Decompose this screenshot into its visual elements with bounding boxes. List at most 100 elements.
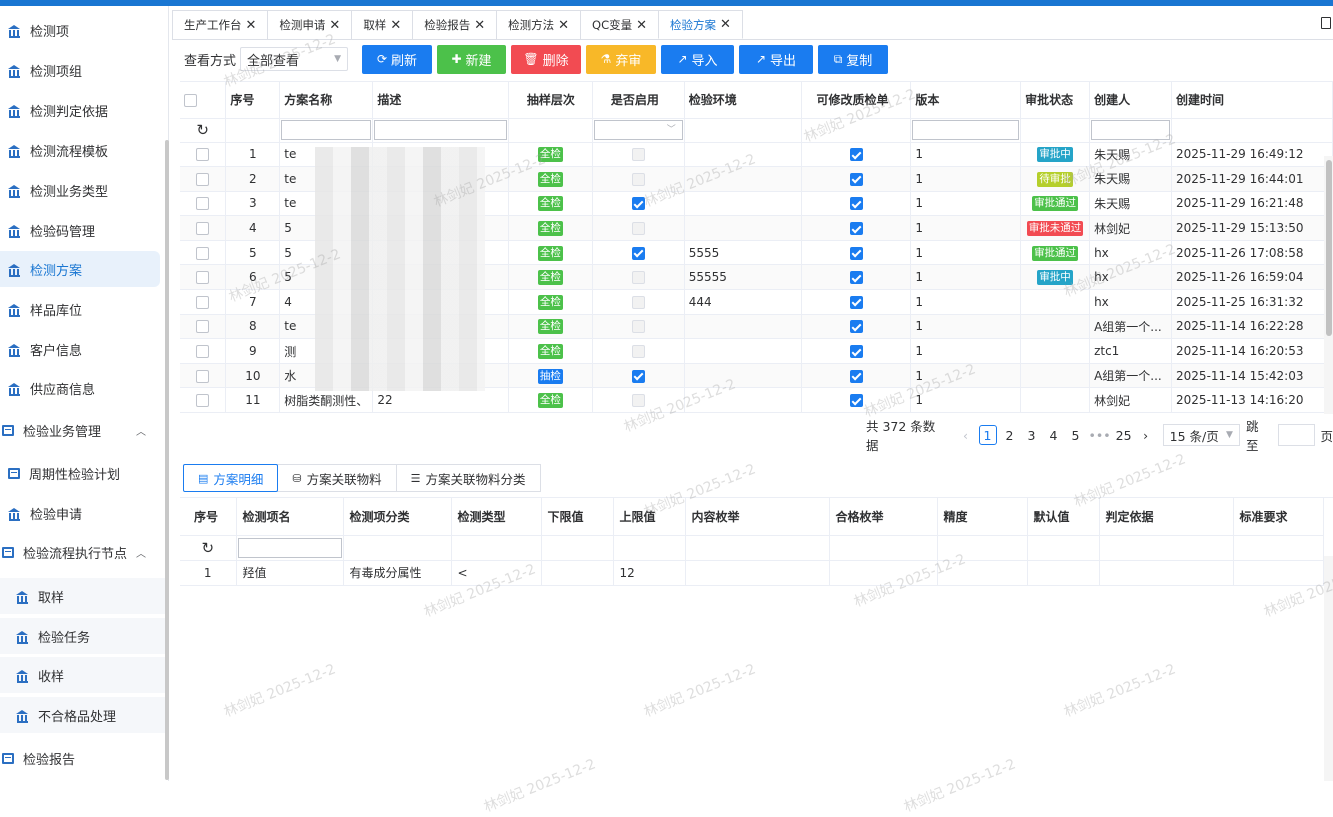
row-checkbox[interactable] <box>196 370 209 383</box>
row-checkbox[interactable] <box>196 345 209 358</box>
detail-column-header[interactable]: 合格枚举 <box>829 498 937 535</box>
sidebar-item-7[interactable]: 检测方案 <box>0 251 160 287</box>
editable-checkbox[interactable] <box>850 345 863 358</box>
detail-column-header[interactable]: 检测类型 <box>451 498 541 535</box>
row-checkbox[interactable] <box>196 271 209 284</box>
detail-column-header[interactable]: 标准要求 <box>1233 498 1323 535</box>
sidebar-item-8[interactable]: 样品库位 <box>0 291 160 327</box>
prev-page-button[interactable]: ‹ <box>957 425 975 445</box>
detail-column-header[interactable]: 内容枚举 <box>685 498 829 535</box>
column-header[interactable]: 可修改质检单 <box>802 82 911 118</box>
sidebar-item-14[interactable]: 检验流程执行节点︿ <box>0 534 160 570</box>
row-checkbox[interactable] <box>196 197 209 210</box>
abandon-review-button[interactable]: ⚗弃审 <box>586 45 656 74</box>
close-icon[interactable]: ✕ <box>558 18 569 33</box>
column-header[interactable]: 抽样层次 <box>508 82 592 118</box>
tab-3[interactable]: 取样✕ <box>351 10 413 39</box>
tab-4[interactable]: 检验报告✕ <box>412 10 497 39</box>
editable-checkbox[interactable] <box>850 173 863 186</box>
reset-filter-icon[interactable]: ↻ <box>201 539 214 557</box>
sidebar-item-5[interactable]: 检测业务类型 <box>0 172 160 208</box>
new-button[interactable]: ✚新建 <box>437 45 506 74</box>
column-header[interactable]: 审批状态 <box>1021 82 1090 118</box>
column-header[interactable]: 序号 <box>226 82 280 118</box>
enabled-checkbox[interactable] <box>632 394 645 407</box>
detail-column-header[interactable]: 上限值 <box>613 498 685 535</box>
refresh-button[interactable]: ⟳刷新 <box>362 45 432 74</box>
fullscreen-icon[interactable] <box>1321 17 1331 29</box>
detail-column-header[interactable]: 序号 <box>180 498 236 535</box>
filter-input[interactable] <box>912 120 1019 140</box>
sidebar-item-17[interactable]: 收样 <box>0 657 165 693</box>
sidebar-item-1[interactable]: 检测项 <box>0 12 160 48</box>
sidebar-item-13[interactable]: 检验申请 <box>0 495 160 531</box>
editable-checkbox[interactable] <box>850 247 863 260</box>
detail-column-header[interactable]: 判定依据 <box>1099 498 1233 535</box>
detail-column-header[interactable]: 检测项名 <box>236 498 343 535</box>
close-icon[interactable]: ✕ <box>474 18 485 33</box>
row-checkbox[interactable] <box>196 394 209 407</box>
filter-input[interactable] <box>238 538 342 558</box>
more-pages[interactable]: ••• <box>1089 425 1111 445</box>
import-button[interactable]: ↗导入 <box>661 45 734 74</box>
row-checkbox[interactable] <box>196 247 209 260</box>
view-mode-select[interactable]: 全部查看▼ <box>240 47 348 71</box>
column-header[interactable]: 描述 <box>373 82 509 118</box>
reset-filter-icon[interactable]: ↻ <box>196 121 209 139</box>
sidebar-item-19[interactable]: 检验报告 <box>0 740 160 776</box>
sidebar-item-11[interactable]: 检验业务管理︿ <box>0 412 160 448</box>
editable-checkbox[interactable] <box>850 222 863 235</box>
sidebar-item-9[interactable]: 客户信息 <box>0 331 160 367</box>
sidebar-item-10[interactable]: 供应商信息 <box>0 370 160 406</box>
next-page-button[interactable]: › <box>1137 425 1155 445</box>
page-3[interactable]: 3 <box>1023 425 1041 445</box>
row-checkbox[interactable] <box>196 173 209 186</box>
sidebar-scrollbar[interactable] <box>165 140 169 780</box>
enabled-checkbox[interactable] <box>632 345 645 358</box>
column-header[interactable]: 检验环境 <box>684 82 802 118</box>
enabled-checkbox[interactable] <box>632 197 645 210</box>
tab-6[interactable]: QC变量✕ <box>580 10 659 39</box>
editable-checkbox[interactable] <box>850 296 863 309</box>
filter-input[interactable] <box>281 120 371 140</box>
detail-column-header[interactable]: 检测项分类 <box>343 498 451 535</box>
detail-column-header[interactable]: 默认值 <box>1027 498 1099 535</box>
page-5[interactable]: 5 <box>1067 425 1085 445</box>
enabled-checkbox[interactable] <box>632 296 645 309</box>
copy-button[interactable]: ⧉复制 <box>818 45 888 74</box>
sidebar-item-2[interactable]: 检测项组 <box>0 52 160 88</box>
enabled-checkbox[interactable] <box>632 173 645 186</box>
tab-1[interactable]: 生产工作台✕ <box>172 10 268 39</box>
row-checkbox[interactable] <box>196 148 209 161</box>
detail-column-header[interactable]: 下限值 <box>541 498 613 535</box>
row-checkbox[interactable] <box>196 222 209 235</box>
editable-checkbox[interactable] <box>850 148 863 161</box>
editable-checkbox[interactable] <box>850 271 863 284</box>
sidebar-item-12[interactable]: 周期性检验计划 <box>0 455 160 491</box>
enabled-checkbox[interactable] <box>632 148 645 161</box>
editable-checkbox[interactable] <box>850 394 863 407</box>
enabled-checkbox[interactable] <box>632 320 645 333</box>
tab-5[interactable]: 检测方法✕ <box>496 10 581 39</box>
page-4[interactable]: 4 <box>1045 425 1063 445</box>
row-checkbox[interactable] <box>196 296 209 309</box>
select-all-checkbox[interactable] <box>184 94 197 107</box>
detail-row[interactable]: 1羟值有毒成分属性<12 <box>180 560 1323 585</box>
column-header[interactable]: 是否启用 <box>592 82 684 118</box>
page-25[interactable]: 25 <box>1115 425 1133 445</box>
table-row[interactable]: 11树脂类酮测性、22全检1林剑妃2025-11-13 14:16:20 <box>180 388 1333 413</box>
close-icon[interactable]: ✕ <box>390 18 401 33</box>
editable-checkbox[interactable] <box>850 197 863 210</box>
enabled-checkbox[interactable] <box>632 271 645 284</box>
tab-linked-materials[interactable]: ⛁方案关联物料 <box>277 464 396 492</box>
filter-input[interactable] <box>1091 120 1170 140</box>
editable-checkbox[interactable] <box>850 320 863 333</box>
page-2[interactable]: 2 <box>1001 425 1019 445</box>
sidebar-item-16[interactable]: 检验任务 <box>0 618 165 654</box>
enabled-checkbox[interactable] <box>632 222 645 235</box>
detail-column-header[interactable]: 精度 <box>937 498 1027 535</box>
tab-7[interactable]: 检验方案✕ <box>658 10 743 39</box>
column-header[interactable]: 创建人 <box>1090 82 1172 118</box>
grid-scroll-thumb[interactable] <box>1326 160 1332 336</box>
page-1[interactable]: 1 <box>979 425 997 445</box>
